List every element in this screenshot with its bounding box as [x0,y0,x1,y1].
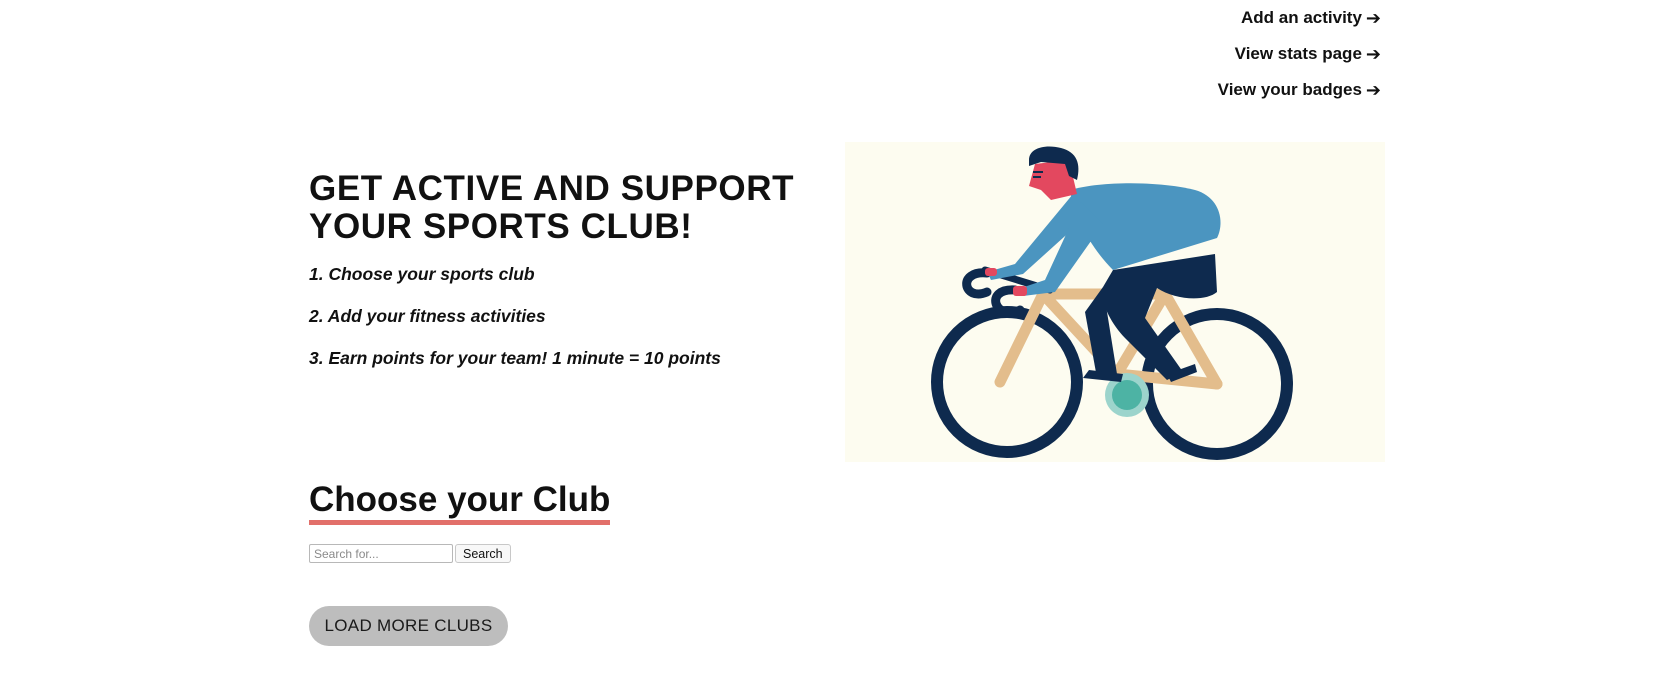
view-badges-label: View your badges [1217,80,1362,99]
step-item: 1. Choose your sports club [309,264,535,284]
arrow-right-icon: ➔ [1365,44,1381,64]
hero-section: GET ACTIVE AND SUPPORT YOUR SPORTS CLUB!… [309,170,854,390]
top-nav: Add an activity ➔ View stats page ➔ View y… [1218,8,1381,116]
steps-list: 1. Choose your sports club 2. Add your f… [309,264,854,368]
hero-title: GET ACTIVE AND SUPPORT YOUR SPORTS CLUB! [309,169,795,246]
search-form: Search [309,544,610,563]
search-button[interactable]: Search [455,544,511,563]
step-item: 2. Add your fitness activities [309,306,546,326]
cyclist-illustration [845,142,1385,462]
view-stats-label: View stats page [1234,44,1362,63]
load-more-clubs-button[interactable]: LOAD MORE CLUBS [309,606,508,646]
view-badges-link[interactable]: View your badges ➔ [1218,80,1381,100]
arrow-right-icon: ➔ [1365,80,1381,100]
add-activity-link[interactable]: Add an activity ➔ [1218,8,1381,28]
view-stats-link[interactable]: View stats page ➔ [1218,44,1381,64]
choose-club-section: Choose your Club Search LOAD MORE CLUBS [309,480,611,646]
arrow-right-icon: ➔ [1365,8,1381,28]
step-item: 3. Earn points for your team! 1 minute =… [309,348,721,368]
search-input[interactable] [309,544,453,563]
add-activity-label: Add an activity [1240,8,1362,27]
choose-club-title: Choose your Club [309,480,611,525]
page: Add an activity ➔ View stats page ➔ View y… [0,0,1666,694]
